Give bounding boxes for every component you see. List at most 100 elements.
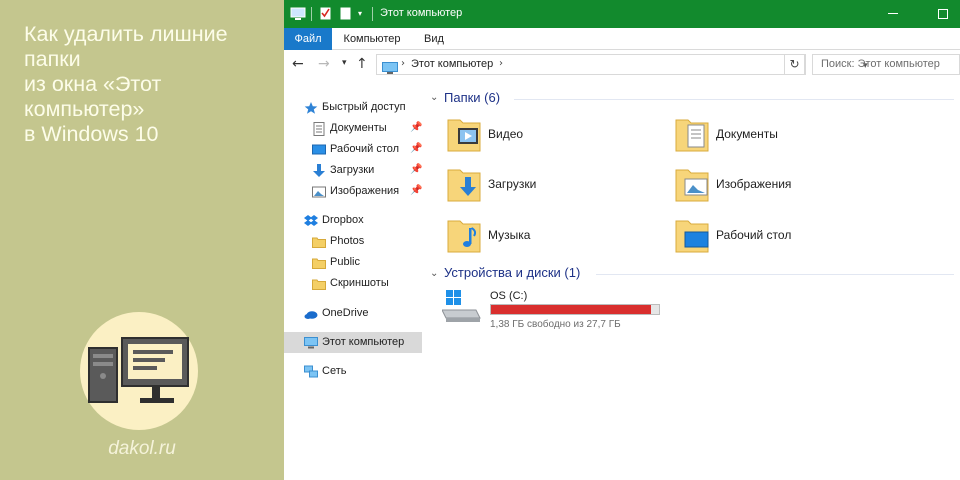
computer-icon xyxy=(382,59,398,78)
tab-computer[interactable]: Компьютер xyxy=(338,28,406,50)
folder-documents[interactable]: Документы xyxy=(674,114,894,158)
computer-illustration xyxy=(80,312,198,430)
folder-label: Изображения xyxy=(716,177,792,191)
downloads-folder-icon xyxy=(447,169,481,202)
nav-item-public[interactable]: Public xyxy=(284,252,422,273)
folder-icon xyxy=(312,234,326,248)
folder-music[interactable]: Музыка xyxy=(446,215,666,259)
nav-label: Dropbox xyxy=(322,214,364,226)
nav-label: Этот компьютер xyxy=(322,336,405,348)
new-folder-icon[interactable] xyxy=(340,6,352,25)
properties-icon[interactable] xyxy=(320,6,332,25)
drive-c[interactable]: OS (C:) 1,38 ГБ свободно из 27,7 ГБ xyxy=(441,288,702,338)
nav-label: Загрузки xyxy=(330,164,375,176)
pictures-folder-icon xyxy=(675,169,709,202)
explorer-window: ▾ Этот компьютер Файл Компьютер Вид ← → … xyxy=(284,0,960,480)
pin-icon[interactable]: 📌 xyxy=(410,122,422,133)
nav-label: Photos xyxy=(330,235,365,247)
promo-panel: Как удалить лишние папки из окна «Этот к… xyxy=(0,0,284,480)
nav-label: Документы xyxy=(330,122,387,134)
address-path[interactable]: Этот компьютер xyxy=(411,58,493,70)
folder-icon xyxy=(312,276,326,290)
recent-locations-icon[interactable]: ▾ xyxy=(342,58,347,68)
maximize-button[interactable] xyxy=(938,9,948,19)
nav-label: Public xyxy=(330,256,360,268)
drive-usage-fill xyxy=(491,305,651,314)
computer-icon xyxy=(304,335,318,349)
image-icon xyxy=(312,184,326,198)
video-folder-icon xyxy=(447,119,481,152)
drive-free-space: 1,38 ГБ свободно из 27,7 ГБ xyxy=(490,319,621,330)
divider xyxy=(596,274,954,275)
tab-view[interactable]: Вид xyxy=(416,28,452,50)
nav-label: Сеть xyxy=(322,365,347,377)
windows-drive-icon xyxy=(441,290,481,322)
nav-item-network[interactable]: Сеть xyxy=(284,361,422,382)
chevron-down-icon[interactable]: ⌄ xyxy=(430,268,438,279)
pin-icon[interactable]: 📌 xyxy=(410,143,422,154)
up-arrow-icon[interactable]: ↑ xyxy=(356,56,368,72)
promo-title-line: в Windows 10 xyxy=(24,122,159,146)
network-icon xyxy=(304,364,318,378)
forward-arrow-icon[interactable]: → xyxy=(318,56,330,72)
divider xyxy=(311,7,312,21)
folder-downloads[interactable]: Загрузки xyxy=(446,164,666,208)
pin-icon[interactable]: 📌 xyxy=(410,185,422,196)
site-name: dakol.ru xyxy=(108,438,176,459)
back-arrow-icon[interactable]: ← xyxy=(292,56,304,72)
drive-usage-bar xyxy=(490,304,660,315)
nav-label: OneDrive xyxy=(322,307,369,319)
chevron-down-icon[interactable]: ▾ xyxy=(358,9,362,18)
star-icon xyxy=(304,100,318,114)
folder-label: Документы xyxy=(716,127,778,141)
desktop-computer-icon xyxy=(88,337,189,403)
drive-name: OS (C:) xyxy=(490,290,528,302)
search-input[interactable]: Поиск: Этот компьютер xyxy=(812,54,960,75)
address-bar[interactable]: › Этот компьютер › ▾ xyxy=(376,54,868,78)
nav-item-documents[interactable]: Документы 📌 xyxy=(284,118,422,139)
desktop-folder-icon xyxy=(675,220,709,253)
chevron-right-icon[interactable]: › xyxy=(499,58,503,69)
promo-title-line: из окна «Этот компьютер» xyxy=(24,72,162,121)
minimize-button[interactable] xyxy=(888,13,898,14)
nav-item-onedrive[interactable]: OneDrive xyxy=(284,303,422,324)
nav-item-downloads[interactable]: Загрузки 📌 xyxy=(284,160,422,181)
folder-label: Рабочий стол xyxy=(716,228,792,242)
pin-icon[interactable]: 📌 xyxy=(410,164,422,175)
navigation-pane: Быстрый доступ Документы 📌 Рабочий стол … xyxy=(284,80,422,480)
desktop-icon xyxy=(312,142,326,156)
nav-item-this-pc[interactable]: Этот компьютер xyxy=(284,332,422,353)
folder-label: Загрузки xyxy=(488,177,537,191)
nav-label: Быстрый доступ xyxy=(322,101,406,113)
chevron-down-icon[interactable]: ⌄ xyxy=(430,92,438,103)
cloud-icon xyxy=(304,306,318,320)
computer-icon[interactable] xyxy=(290,6,306,25)
folder-label: Музыка xyxy=(488,228,531,242)
dropbox-icon xyxy=(304,213,318,227)
nav-item-photos[interactable]: Photos xyxy=(284,231,422,252)
folder-icon xyxy=(312,255,326,269)
title-bar: ▾ Этот компьютер xyxy=(284,0,960,28)
folders-group-header[interactable]: Папки (6) xyxy=(444,90,500,105)
music-folder-icon xyxy=(447,220,481,253)
ribbon-tabs: Файл Компьютер Вид xyxy=(284,28,960,50)
chevron-right-icon[interactable]: › xyxy=(401,58,405,69)
nav-item-quick-access[interactable]: Быстрый доступ xyxy=(284,97,422,118)
refresh-button[interactable]: ↻ xyxy=(784,54,805,75)
navigation-bar: ← → ▾ ↑ › Этот компьютер › ▾ ↻ Поиск: Эт… xyxy=(284,50,960,80)
nav-item-dropbox[interactable]: Dropbox xyxy=(284,210,422,231)
window-title: Этот компьютер xyxy=(380,7,463,19)
nav-label: Рабочий стол xyxy=(330,143,400,155)
folder-desktop[interactable]: Рабочий стол xyxy=(674,215,894,259)
nav-item-pictures[interactable]: Изображения 📌 xyxy=(284,181,422,202)
nav-item-screenshots[interactable]: Скриншоты xyxy=(284,273,422,294)
nav-label: Изображения xyxy=(330,185,400,197)
folder-videos[interactable]: Видео xyxy=(446,114,666,158)
search-placeholder: Поиск: Этот компьютер xyxy=(821,58,940,70)
documents-folder-icon xyxy=(675,119,709,152)
folder-pictures[interactable]: Изображения xyxy=(674,164,894,208)
nav-label: Скриншоты xyxy=(330,277,389,289)
tab-file[interactable]: Файл xyxy=(284,28,332,50)
nav-item-desktop[interactable]: Рабочий стол 📌 xyxy=(284,139,422,160)
devices-group-header[interactable]: Устройства и диски (1) xyxy=(444,265,580,280)
